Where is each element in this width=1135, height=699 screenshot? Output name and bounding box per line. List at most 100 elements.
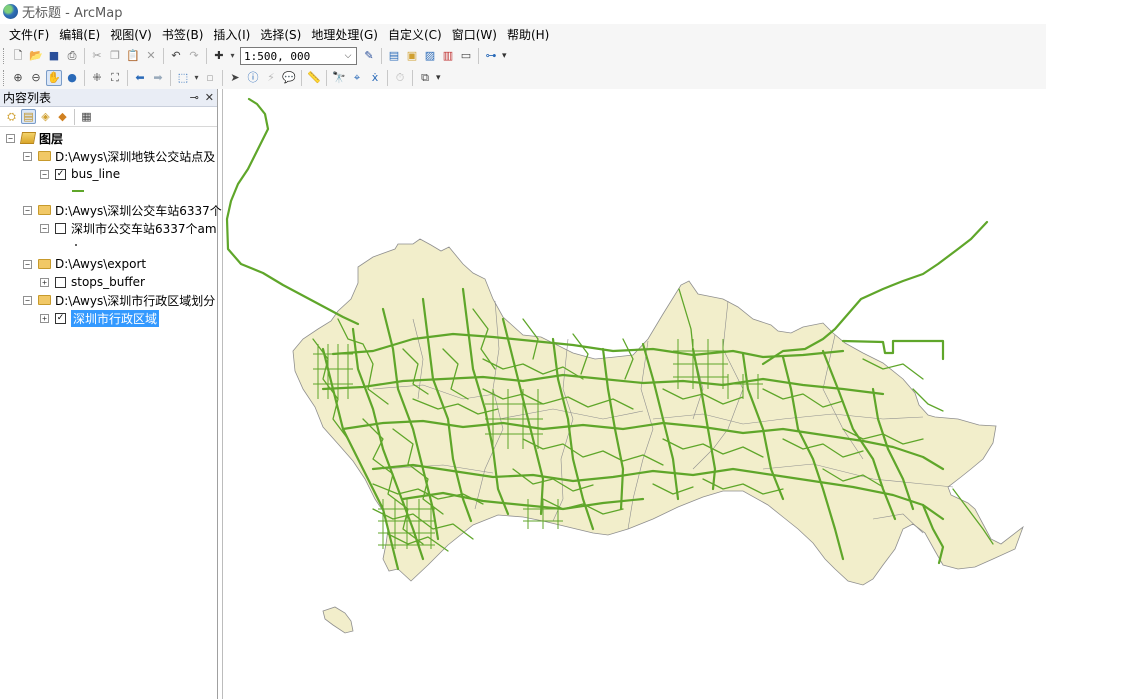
- create-viewer-window-icon[interactable]: ⧉: [417, 70, 433, 86]
- list-by-visibility-icon[interactable]: ◈: [38, 109, 53, 124]
- layer-item-districts[interactable]: + ✓ 深圳市行政区域: [40, 309, 160, 327]
- collapse-toggle[interactable]: −: [23, 151, 32, 161]
- point-symbol-icon: [75, 244, 77, 246]
- toolbar-grip[interactable]: [3, 48, 6, 64]
- menu-help[interactable]: 帮助(H): [502, 26, 554, 43]
- data-source-group[interactable]: − D:\Awys\深圳市行政区域划分: [23, 291, 215, 309]
- find-binoculars-icon[interactable]: 🔭: [331, 70, 347, 86]
- time-slider-icon[interactable]: ⏱: [392, 70, 408, 86]
- add-data-icon[interactable]: ✚: [211, 48, 227, 64]
- print-icon[interactable]: ⎙: [64, 48, 80, 64]
- close-icon[interactable]: ✕: [205, 91, 214, 104]
- python-window-icon[interactable]: ▭: [458, 48, 474, 64]
- copy-icon[interactable]: ❐: [107, 48, 123, 64]
- open-folder-icon[interactable]: 📂: [28, 48, 44, 64]
- layer-name: 深圳市公交车站6337个am: [71, 221, 217, 236]
- data-source-group[interactable]: − D:\Awys\深圳公交车站6337个: [23, 201, 222, 219]
- find-route-icon[interactable]: ⌖: [349, 70, 365, 86]
- paste-icon[interactable]: 📋: [125, 48, 141, 64]
- menu-customize[interactable]: 自定义(C): [383, 26, 447, 43]
- menu-insert[interactable]: 插入(I): [208, 26, 255, 43]
- editor-toolbar-icon[interactable]: ✎: [361, 48, 377, 64]
- toolbar-separator: [127, 70, 128, 86]
- menu-view[interactable]: 视图(V): [105, 26, 157, 43]
- toolbar-separator: [84, 48, 85, 64]
- layer-visibility-checkbox[interactable]: [55, 222, 66, 234]
- menu-edit[interactable]: 编辑(E): [54, 26, 105, 43]
- map-scale-combo[interactable]: ⌵: [240, 47, 357, 65]
- pan-hand-icon[interactable]: ✋: [46, 70, 62, 86]
- data-source-group[interactable]: − D:\Awys\export: [23, 255, 146, 273]
- catalog-window-icon[interactable]: ▣: [404, 48, 420, 64]
- undo-icon[interactable]: ↶: [168, 48, 184, 64]
- menu-bookmarks[interactable]: 书签(B): [157, 26, 209, 43]
- menu-windows[interactable]: 窗口(W): [447, 26, 502, 43]
- identify-icon[interactable]: ⓘ: [245, 70, 261, 86]
- list-by-selection-icon[interactable]: ◆: [55, 109, 70, 124]
- search-window-icon[interactable]: ▨: [422, 48, 438, 64]
- measure-icon[interactable]: 📏: [306, 70, 322, 86]
- collapse-toggle[interactable]: −: [23, 295, 32, 305]
- add-data-dropdown-icon[interactable]: ▾: [229, 48, 236, 64]
- collapse-toggle[interactable]: −: [6, 133, 15, 143]
- zoom-out-icon[interactable]: ⊖: [28, 70, 44, 86]
- cut-icon[interactable]: ✂: [89, 48, 105, 64]
- collapse-toggle[interactable]: −: [40, 169, 49, 179]
- expand-toggle[interactable]: +: [40, 277, 49, 287]
- delete-icon[interactable]: ✕: [143, 48, 159, 64]
- collapse-toggle[interactable]: −: [23, 205, 32, 215]
- list-by-source-icon[interactable]: ▤: [21, 109, 36, 124]
- toolbar-grip[interactable]: [3, 70, 6, 86]
- select-elements-arrow-icon[interactable]: ➤: [227, 70, 243, 86]
- menu-selection[interactable]: 选择(S): [255, 26, 306, 43]
- toolbar-separator: [170, 70, 171, 86]
- folder-icon: [38, 259, 51, 269]
- layer-visibility-checkbox[interactable]: [55, 276, 66, 288]
- arctoolbox-icon[interactable]: ▥: [440, 48, 456, 64]
- layer-visibility-checkbox[interactable]: ✓: [55, 312, 66, 324]
- list-by-drawing-order-icon[interactable]: ⛭: [4, 109, 19, 124]
- map-view[interactable]: [222, 89, 1046, 699]
- go-to-xy-icon[interactable]: ẋ: [367, 70, 383, 86]
- layer-visibility-checkbox[interactable]: ✓: [55, 168, 66, 180]
- toolbar-overflow-icon[interactable]: ▾: [436, 73, 441, 83]
- standard-toolbar: 🗋 📂 ■ ⎙ ✂ ❐ 📋 ✕ ↶ ↷ ✚ ▾ ⌵ ✎ ▤ ▣ ▨ ▥ ▭ ⊶ …: [0, 45, 1046, 67]
- modelbuilder-icon[interactable]: ⊶: [483, 48, 499, 64]
- map-scale-input[interactable]: [241, 49, 341, 63]
- table-of-contents-icon[interactable]: ▤: [386, 48, 402, 64]
- collapse-toggle[interactable]: −: [40, 223, 49, 233]
- layer-name-selected: 深圳市行政区域: [71, 309, 160, 327]
- pin-icon[interactable]: ⊸: [190, 91, 199, 104]
- layers-root[interactable]: − 图层: [6, 129, 63, 147]
- zoom-in-icon[interactable]: ⊕: [10, 70, 26, 86]
- toc-options-icon[interactable]: ▦: [79, 109, 94, 124]
- new-document-icon[interactable]: 🗋: [10, 48, 26, 64]
- collapse-toggle[interactable]: −: [23, 259, 32, 269]
- menu-geoprocessing[interactable]: 地理处理(G): [306, 26, 383, 43]
- fixed-zoom-out-icon[interactable]: ⛶: [107, 70, 123, 86]
- toolbar-separator: [326, 70, 327, 86]
- map-canvas[interactable]: [223, 89, 1046, 699]
- forward-arrow-icon[interactable]: ➡: [150, 70, 166, 86]
- fixed-zoom-in-icon[interactable]: ⁜: [89, 70, 105, 86]
- layer-item-stops-buffer[interactable]: + stops_buffer: [40, 273, 145, 291]
- layer-item-bus-stops[interactable]: − 深圳市公交车站6337个am: [40, 219, 217, 237]
- hyperlink-icon[interactable]: ⚡: [263, 70, 279, 86]
- expand-toggle[interactable]: +: [40, 313, 49, 323]
- data-source-group[interactable]: − D:\Awys\深圳地铁公交站点及: [23, 147, 215, 165]
- redo-icon[interactable]: ↷: [186, 48, 202, 64]
- back-arrow-icon[interactable]: ⬅: [132, 70, 148, 86]
- toolbar-overflow-icon[interactable]: ▾: [502, 51, 507, 61]
- menu-file[interactable]: 文件(F): [4, 26, 54, 43]
- save-icon[interactable]: ■: [46, 48, 62, 64]
- toolbar-separator: [478, 48, 479, 64]
- window-title: 无标题 - ArcMap: [22, 5, 123, 21]
- arcmap-window: 无标题 - ArcMap 文件(F) 编辑(E) 视图(V) 书签(B) 插入(…: [0, 0, 1135, 699]
- chevron-down-icon[interactable]: ⌵: [341, 51, 355, 61]
- select-dropdown-icon[interactable]: ▾: [193, 70, 200, 86]
- layer-item-bus-line[interactable]: − ✓ bus_line: [40, 165, 120, 183]
- select-features-icon[interactable]: ⬚: [175, 70, 191, 86]
- clear-selection-icon[interactable]: ▫: [202, 70, 218, 86]
- full-extent-globe-icon[interactable]: ●: [64, 70, 80, 86]
- html-popup-icon[interactable]: 💬: [281, 70, 297, 86]
